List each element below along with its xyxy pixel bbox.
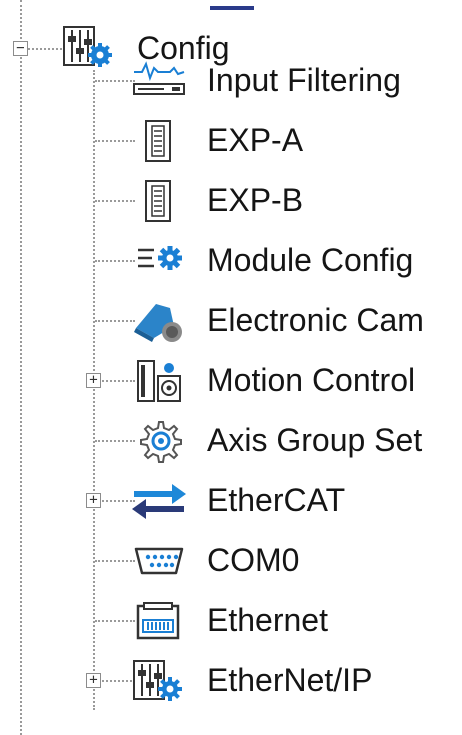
tree-item-com0[interactable]: COM0 — [0, 538, 462, 594]
ethernet-port-icon — [130, 598, 188, 644]
tree-item-label: EXP-A — [207, 122, 304, 158]
expansion-module-icon — [130, 178, 188, 224]
tree-item-input-filtering[interactable]: Input Filtering — [0, 58, 462, 114]
tree-item-label: Motion Control — [207, 362, 416, 398]
tree-line-branch — [95, 620, 135, 622]
tree-item-electronic-cam[interactable]: Electronic Cam — [0, 298, 462, 354]
list-gear-icon — [130, 238, 188, 284]
tree-line-branch — [95, 500, 135, 502]
gear-icon — [130, 418, 188, 464]
tree-item-label: Module Config — [207, 242, 414, 278]
tree-line-branch — [95, 380, 135, 382]
tree-line-branch — [95, 440, 135, 442]
tree-item-label: EtherCAT — [207, 482, 346, 518]
tree-item-module-config[interactable]: Module Config — [0, 238, 462, 294]
tree-item-exp-a[interactable]: EXP-A — [0, 118, 462, 174]
tree-item-axis-group[interactable]: Axis Group Set — [0, 418, 462, 474]
tree-item-label: EtherNet/IP — [207, 662, 373, 698]
tree-item-ethercat[interactable]: + EtherCAT — [0, 478, 462, 534]
tree-item-label: COM0 — [207, 542, 300, 578]
cam-disc-icon — [130, 298, 188, 344]
tree-item-exp-b[interactable]: EXP-B — [0, 178, 462, 234]
expand-button[interactable]: + — [86, 673, 101, 688]
tree-item-ethernet-ip[interactable]: + EtherNet/IP — [0, 658, 462, 714]
bidirectional-arrows-icon — [130, 478, 188, 524]
input-filter-waveform-icon — [130, 58, 188, 104]
servo-drive-icon — [130, 358, 188, 404]
tree-line-branch — [95, 200, 135, 202]
tree-item-label: Electronic Cam — [207, 302, 424, 338]
tree-line-branch — [95, 80, 135, 82]
tree-line-branch — [95, 680, 135, 682]
serial-port-icon — [130, 538, 188, 584]
mixer-sliders-gear-icon — [130, 658, 188, 704]
tree-item-label: EXP-B — [207, 182, 304, 218]
tree-item-motion-control[interactable]: + Motion Control — [0, 358, 462, 414]
tree-item-label: Ethernet — [207, 602, 328, 638]
tree-line-branch — [95, 140, 135, 142]
tree-line-branch — [95, 560, 135, 562]
expansion-module-icon — [130, 118, 188, 164]
expand-button[interactable]: + — [86, 493, 101, 508]
tree-item-label: Axis Group Set — [207, 422, 423, 458]
previous-item-icon-edge — [210, 6, 254, 10]
tree-item-label: Input Filtering — [207, 62, 401, 98]
tree-line-branch — [95, 320, 135, 322]
collapse-button[interactable]: − — [13, 41, 28, 56]
expand-button[interactable]: + — [86, 373, 101, 388]
tree-item-ethernet[interactable]: Ethernet — [0, 598, 462, 654]
project-tree: − Config Input Filtering EXP-A EXP-B Mod… — [0, 0, 462, 735]
tree-line-branch — [95, 260, 135, 262]
